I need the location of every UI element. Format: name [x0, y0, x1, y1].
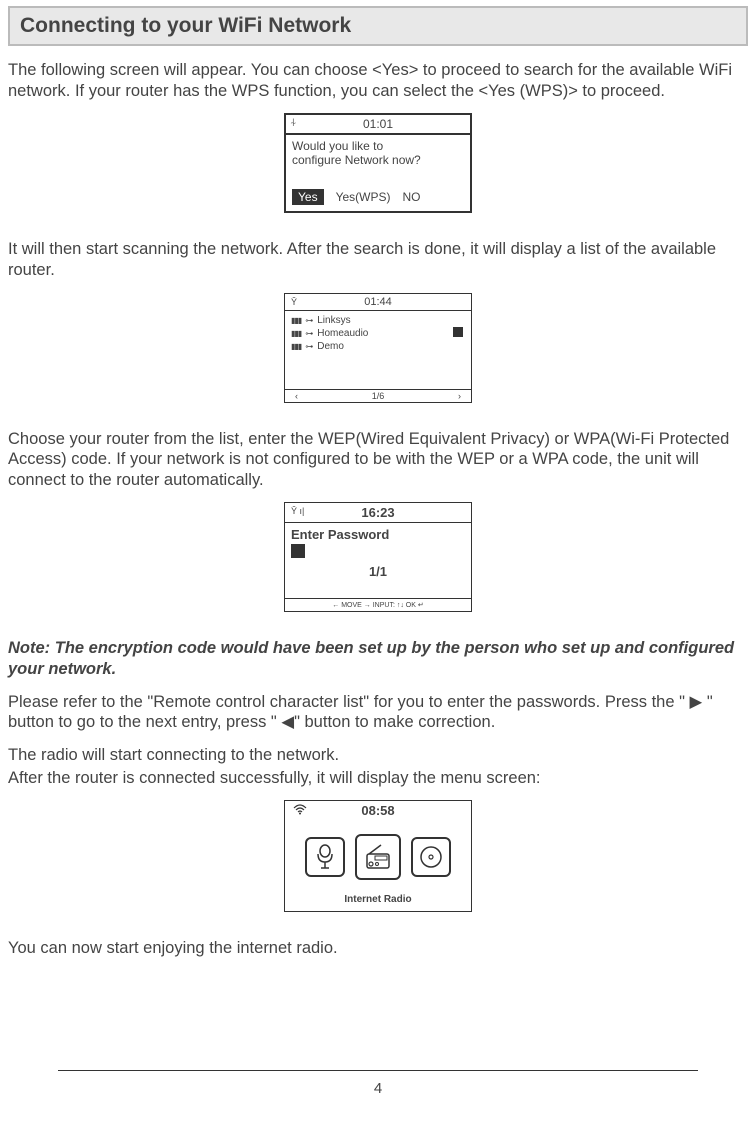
bluetooth-icon: ⍭: [290, 117, 297, 130]
option-yes-wps: Yes(WPS): [336, 190, 391, 204]
screen4-time: 08:58: [361, 803, 394, 818]
disc-icon: [411, 837, 451, 877]
screen-enter-password: Ŷ ı| 16:23 Enter Password 1/1 ← MOVE → I…: [284, 502, 472, 612]
list-item: ▮▮▮ ⊶ Demo: [291, 341, 465, 352]
screen2-list: ▮▮▮ ⊶ Linksys ▮▮▮ ⊶ Homeaudio ▮▮▮ ⊶ Demo: [285, 311, 471, 389]
screen-router-list: Ŷ 01:44 ▮▮▮ ⊶ Linksys ▮▮▮ ⊶ Homeaudio ▮▮▮ ⊶ De…: [284, 293, 472, 403]
list-item: ▮▮▮ ⊶ Homeaudio: [291, 328, 465, 339]
scrollbar-thumb: [453, 327, 463, 337]
chevron-right-icon: ›: [458, 391, 461, 401]
lock-icon: ⊶: [305, 316, 313, 325]
screen4-topbar: 08:58: [285, 801, 471, 820]
radio-icon: [355, 834, 401, 880]
screen3-hint: ← MOVE → INPUT: ↑↓ OK ↵: [285, 598, 471, 611]
screen3-pager: 1/1: [291, 564, 465, 579]
paragraph-note: Note: The encryption code would have bee…: [8, 638, 748, 679]
screen-1-wrap: ⍭ 01:01 Would you like to configure Netw…: [8, 113, 748, 213]
screen2-time: 01:44: [364, 296, 392, 308]
screen-menu: 08:58 Internet Radio: [284, 800, 472, 912]
lock-icon: ⊶: [305, 342, 313, 351]
paragraph-7: After the router is connected successful…: [8, 768, 748, 789]
page-number: 4: [374, 1080, 382, 1097]
screen-2-wrap: Ŷ 01:44 ▮▮▮ ⊶ Linksys ▮▮▮ ⊶ Homeaudio ▮▮▮ ⊶ De…: [8, 293, 748, 403]
section-heading: Connecting to your WiFi Network: [8, 6, 748, 46]
option-no: NO: [402, 190, 420, 204]
screen3-body: Enter Password 1/1: [285, 523, 471, 598]
signal-icon: ▮▮▮: [291, 316, 301, 325]
screen-4-wrap: 08:58 Internet Radio: [8, 800, 748, 912]
screen1-body: Would you like to configure Network now?: [286, 135, 470, 189]
screen3-title: Enter Password: [291, 527, 465, 542]
paragraph-8: You can now start enjoying the internet …: [8, 938, 748, 959]
microphone-icon: [305, 837, 345, 877]
list-item: ▮▮▮ ⊶ Linksys: [291, 315, 465, 326]
screen2-topbar: Ŷ 01:44: [285, 294, 471, 311]
screen1-line1: Would you like to: [292, 139, 464, 153]
paragraph-5: Please refer to the "Remote control char…: [8, 692, 748, 733]
router-name: Homeaudio: [317, 328, 368, 339]
paragraph-2: It will then start scanning the network.…: [8, 239, 748, 280]
antenna-icon: Ŷ: [291, 297, 297, 307]
screen1-time: 01:01: [363, 117, 393, 131]
screen-configure-prompt: ⍭ 01:01 Would you like to configure Netw…: [284, 113, 472, 213]
text-cursor: [291, 544, 305, 558]
screen1-options: Yes Yes(WPS) NO: [286, 189, 470, 211]
paragraph-1: The following screen will appear. You ca…: [8, 60, 748, 101]
screen4-caption: Internet Radio: [285, 894, 471, 911]
router-name: Demo: [317, 341, 344, 352]
screen4-body: [285, 820, 471, 894]
option-yes: Yes: [292, 189, 324, 205]
screen2-pager: 1/6: [372, 391, 385, 401]
lock-icon: ⊶: [305, 329, 313, 338]
signal-icon: ▮▮▮: [291, 329, 301, 338]
screen1-line2: configure Network now?: [292, 153, 464, 167]
wifi-signal-icon: Ŷ ı|: [291, 506, 304, 516]
chevron-left-icon: ‹: [295, 391, 298, 401]
paragraph-6: The radio will start connecting to the n…: [8, 745, 748, 766]
router-name: Linksys: [317, 315, 350, 326]
wifi-icon: [293, 804, 307, 815]
screen2-footer: ‹ 1/6 ›: [285, 389, 471, 402]
paragraph-3: Choose your router from the list, enter …: [8, 429, 748, 491]
screen-3-wrap: Ŷ ı| 16:23 Enter Password 1/1 ← MOVE → I…: [8, 502, 748, 612]
screen1-topbar: ⍭ 01:01: [286, 115, 470, 135]
signal-icon: ▮▮▮: [291, 342, 301, 351]
screen3-topbar: Ŷ ı| 16:23: [285, 503, 471, 523]
screen3-time: 16:23: [361, 505, 394, 520]
footer-divider: [58, 1070, 698, 1071]
